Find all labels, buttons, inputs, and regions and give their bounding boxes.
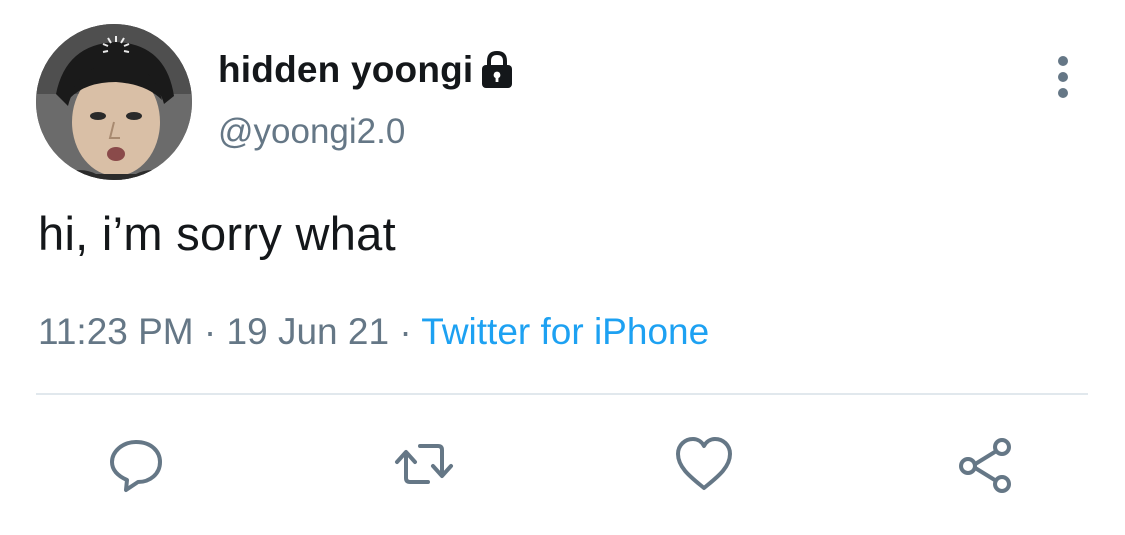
lock-icon — [479, 50, 515, 90]
retweet-icon[interactable] — [392, 432, 456, 496]
more-vertical-icon[interactable] — [1046, 52, 1080, 102]
avatar[interactable] — [36, 24, 192, 180]
tweet-date[interactable]: 19 Jun 21 — [227, 311, 390, 352]
share-icon[interactable] — [954, 432, 1018, 496]
tweet-meta: 11:23 PM · 19 Jun 21 · Twitter for iPhon… — [38, 311, 709, 353]
like-icon[interactable] — [672, 432, 736, 496]
tweet-time[interactable]: 11:23 PM — [38, 311, 194, 352]
reply-icon[interactable] — [104, 432, 168, 496]
tweet-text: hi, i’m sorry what — [38, 207, 396, 260]
display-name[interactable]: hidden yoongi — [218, 49, 473, 91]
avatar-image — [36, 24, 192, 180]
tweet-card: hidden yoongi @yoongi2.0 hi, i’m sorry w… — [0, 0, 1125, 535]
meta-separator: · — [203, 311, 227, 352]
divider — [36, 393, 1088, 395]
meta-separator: · — [399, 311, 422, 352]
user-handle[interactable]: @yoongi2.0 — [218, 112, 405, 152]
name-row: hidden yoongi — [218, 46, 515, 94]
tweet-source-link[interactable]: Twitter for iPhone — [421, 311, 709, 352]
